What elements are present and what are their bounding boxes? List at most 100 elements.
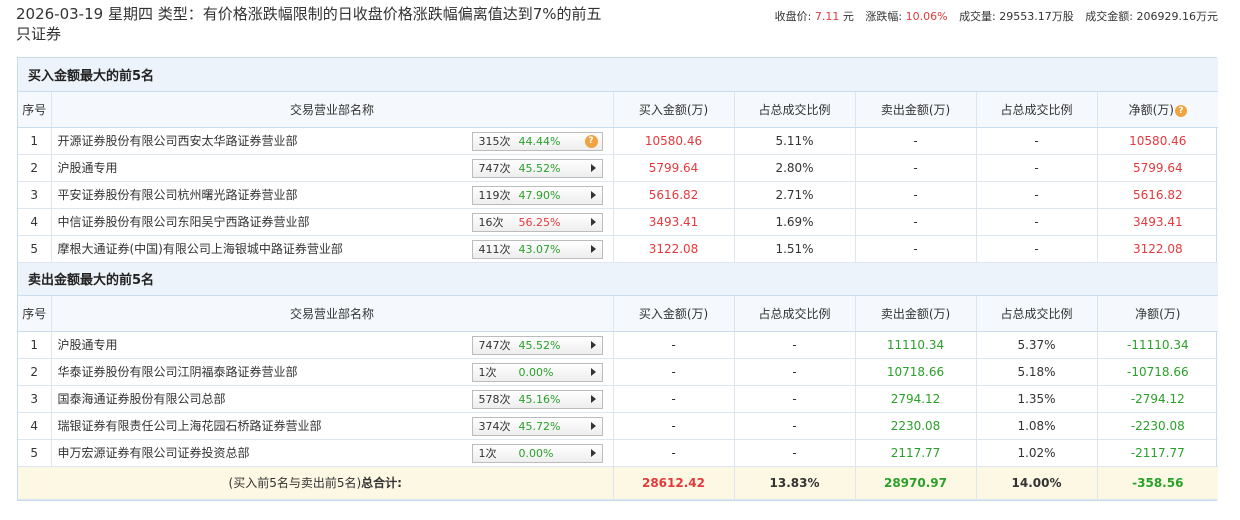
buy-amount: -: [613, 385, 735, 413]
volume-label: 成交量:: [959, 10, 996, 23]
net-amount: 5799.64: [1097, 154, 1219, 182]
col-header-index: 序号: [18, 91, 52, 128]
buy-section-title: 买入金额最大的前5名: [18, 58, 1219, 92]
dept-name-link[interactable]: 申万宏源证券有限公司证券投资总部: [58, 446, 250, 460]
dept-stats-badge[interactable]: 578次 45.16%: [471, 389, 603, 409]
dept-name-link[interactable]: 摩根大通证券(中国)有限公司上海银城中路证券营业部: [58, 242, 343, 256]
triangle-right-icon[interactable]: [590, 367, 596, 376]
dept-name-link[interactable]: 平安证券股份有限公司杭州曙光路证券营业部: [58, 188, 298, 202]
row-index: 4: [18, 208, 52, 236]
buy-amount: -: [613, 358, 735, 386]
col-header-sell: 卖出金额(万): [855, 295, 977, 332]
page-header: 2026-03-19 星期四 类型：有价格涨跌幅限制的日收盘价格涨跌幅偏离值达到…: [16, 4, 1224, 46]
net-amount: 3493.41: [1097, 208, 1219, 236]
triangle-right-icon[interactable]: [590, 244, 596, 253]
trade-count: 315次: [478, 134, 511, 148]
total-label: (买入前5名与卖出前5名)总合计:: [18, 466, 614, 500]
buy-amount: 3493.41: [613, 208, 735, 236]
buy-ratio: -: [734, 439, 856, 467]
buy-amount: -: [613, 439, 735, 467]
dept-stats-badge[interactable]: 374次 45.72%: [471, 416, 603, 436]
buy-ratio: -: [734, 358, 856, 386]
dept-cell: 国泰海通证券股份有限公司总部 578次 45.16%: [51, 385, 614, 413]
dept-name-link[interactable]: 沪股通专用: [58, 338, 118, 352]
dept-stats-badge[interactable]: 1次 0.00%: [471, 362, 603, 382]
triangle-right-icon[interactable]: [590, 394, 596, 403]
dept-cell: 申万宏源证券有限公司证券投资总部 1次 0.00%: [51, 439, 614, 467]
close-value: 7.11: [814, 10, 840, 23]
triangle-right-icon[interactable]: [590, 448, 596, 457]
dept-name-link[interactable]: 瑞银证券有限责任公司上海花园石桥路证券营业部: [58, 419, 322, 433]
sell-ratio: -: [976, 127, 1098, 155]
sell-ratio: -: [976, 154, 1098, 182]
table-row: 1 沪股通专用 747次 45.52% - -11110.34 5.37% -11110.34: [18, 331, 1219, 359]
col-header-sell-ratio: 占总成交比例: [976, 295, 1098, 332]
dept-stats-badge[interactable]: 1次 0.00%: [471, 443, 603, 463]
question-icon[interactable]: ?: [584, 134, 598, 148]
triangle-right-icon[interactable]: [590, 217, 596, 226]
col-header-index: 序号: [18, 295, 52, 332]
close-label: 收盘价:: [774, 10, 812, 23]
trade-count: 747次: [478, 161, 511, 175]
buy-amount: 5799.64: [613, 154, 735, 182]
col-header-net: 净额(万): [1097, 295, 1219, 332]
triangle-right-icon[interactable]: [590, 340, 596, 349]
dept-stats-badge[interactable]: 16次 56.25%: [471, 212, 603, 232]
sell-amount: 2794.12: [855, 385, 977, 413]
buy-ratio: 5.11%: [734, 127, 856, 155]
row-index: 3: [18, 181, 52, 209]
sell-ratio: -: [976, 235, 1098, 263]
change-label: 涨跌幅:: [865, 10, 903, 23]
col-header-buy-ratio: 占总成交比例: [734, 295, 856, 332]
row-index: 2: [18, 154, 52, 182]
question-icon[interactable]: ?: [1174, 104, 1187, 117]
buy-ratio: 1.69%: [734, 208, 856, 236]
sell-ratio: 5.18%: [976, 358, 1098, 386]
col-header-sell: 卖出金额(万): [855, 91, 977, 128]
win-rate: 45.16%: [518, 392, 561, 406]
dept-cell: 中信证券股份有限公司东阳吴宁西路证券营业部 16次 56.25%: [51, 208, 614, 236]
win-rate: 47.90%: [518, 188, 561, 202]
dept-name-link[interactable]: 沪股通专用: [58, 161, 118, 175]
triangle-right-icon[interactable]: [590, 163, 596, 172]
row-index: 1: [18, 127, 52, 155]
stock-stats: 收盘价: 7.11 元 涨跌幅: 10.06% 成交量: 29553.17万股 …: [775, 8, 1218, 24]
total-row: (买入前5名与卖出前5名)总合计: 28612.42 13.83% 28970.…: [18, 466, 1219, 500]
triangle-right-icon[interactable]: [590, 190, 596, 199]
table-row: 5 摩根大通证券(中国)有限公司上海银城中路证券营业部 411次 43.07% 3122…: [18, 235, 1219, 263]
net-amount: -10718.66: [1097, 358, 1219, 386]
table-row: 3 平安证券股份有限公司杭州曙光路证券营业部 119次 47.90% 5616.82 2.…: [18, 181, 1219, 209]
dept-name-link[interactable]: 国泰海通证券股份有限公司总部: [58, 392, 226, 406]
row-index: 5: [18, 439, 52, 467]
dept-stats-badge[interactable]: 411次 43.07%: [471, 239, 603, 259]
trade-count: 1次: [478, 446, 497, 460]
dept-stats-badge[interactable]: 747次 45.52%: [471, 335, 603, 355]
dept-name-link[interactable]: 中信证券股份有限公司东阳吴宁西路证券营业部: [58, 215, 310, 229]
dept-stats-badge[interactable]: 747次 45.52%: [471, 158, 603, 178]
change-value: 10.06%: [905, 10, 948, 23]
table-row: 1 开源证券股份有限公司西安太华路证券营业部 315次 44.44%? 10580.46…: [18, 127, 1219, 155]
buy-ratio: 2.71%: [734, 181, 856, 209]
dept-stats-badge[interactable]: 119次 47.90%: [471, 185, 603, 205]
triangle-right-icon[interactable]: [590, 421, 596, 430]
win-rate: 0.00%: [518, 365, 554, 379]
total-sell: 28970.97: [855, 466, 977, 500]
sell-amount: -: [855, 154, 977, 182]
net-amount: 10580.46: [1097, 127, 1219, 155]
trade-count: 374次: [478, 419, 511, 433]
col-header-sell-ratio: 占总成交比例: [976, 91, 1098, 128]
trade-count: 1次: [478, 365, 497, 379]
trade-count: 747次: [478, 338, 511, 352]
sell-ratio: -: [976, 181, 1098, 209]
dept-name-link[interactable]: 开源证券股份有限公司西安太华路证券营业部: [58, 134, 298, 148]
buy-ratio: -: [734, 331, 856, 359]
dept-stats-badge[interactable]: 315次 44.44%?: [471, 131, 603, 151]
sell-ratio: 1.35%: [976, 385, 1098, 413]
sell-amount: -: [855, 235, 977, 263]
trade-count: 119次: [478, 188, 511, 202]
buy-column-headers: 序号 交易营业部名称 买入金额(万) 占总成交比例 卖出金额(万) 占总成交比例…: [18, 91, 1219, 128]
table-row: 5 申万宏源证券有限公司证券投资总部 1次 0.00% - -2117.77 1.02% -2…: [18, 439, 1219, 467]
total-net: -358.56: [1097, 466, 1219, 500]
row-index: 4: [18, 412, 52, 440]
dept-name-link[interactable]: 华泰证券股份有限公司江阴福泰路证券营业部: [58, 365, 298, 379]
